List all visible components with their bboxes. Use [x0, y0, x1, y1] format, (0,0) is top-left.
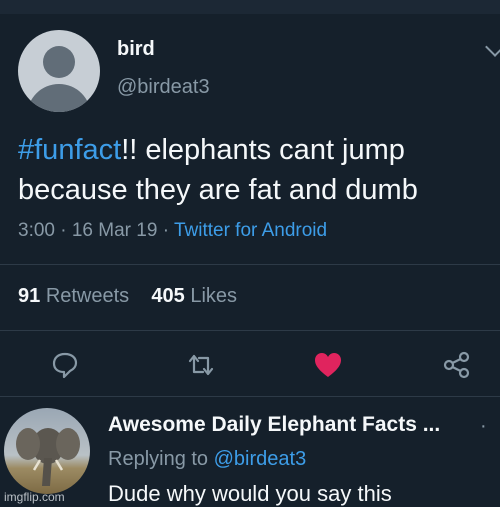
retweet-count[interactable]: 91: [18, 285, 40, 307]
avatar[interactable]: [18, 30, 100, 112]
tweet-timestamp: 3:00 · 16 Mar 19 ·: [18, 220, 174, 241]
like-count[interactable]: 405: [151, 285, 184, 307]
avatar-head: [43, 46, 75, 78]
divider: [0, 330, 500, 331]
like-icon[interactable]: [313, 350, 343, 380]
replying-prefix: Replying to: [108, 448, 214, 470]
like-label[interactable]: Likes: [190, 285, 237, 307]
retweet-icon[interactable]: [186, 350, 216, 380]
share-icon[interactable]: [442, 350, 472, 380]
tweet-stats: 91 Retweets 405 Likes: [18, 285, 237, 308]
replying-to: Replying to @birdeat3: [108, 448, 306, 471]
reply-icon[interactable]: [50, 350, 80, 380]
tweet-source-link[interactable]: Twitter for Android: [174, 220, 327, 241]
top-bar: [0, 0, 500, 14]
divider: [0, 264, 500, 265]
reply-text: Dude why would you say this: [108, 481, 392, 506]
tweet-text: #funfact!! elephants cant jump because t…: [18, 130, 488, 210]
tweet-meta: 3:00 · 16 Mar 19 · Twitter for Android: [18, 220, 327, 242]
retweet-label[interactable]: Retweets: [46, 285, 129, 307]
reply-avatar[interactable]: [4, 408, 90, 494]
user-handle[interactable]: @birdeat3: [117, 76, 210, 99]
reply-display-name[interactable]: Awesome Daily Elephant Facts ...: [108, 413, 440, 437]
chevron-down-icon[interactable]: [485, 37, 500, 57]
elephant-icon: [16, 428, 80, 486]
replying-handle-link[interactable]: @birdeat3: [214, 448, 307, 470]
avatar-body: [27, 84, 91, 112]
display-name[interactable]: bird: [117, 38, 155, 61]
more-icon[interactable]: ·: [480, 415, 487, 438]
divider: [0, 396, 500, 397]
hashtag-link[interactable]: #funfact: [18, 134, 121, 166]
watermark: imgflip.com: [4, 490, 65, 504]
